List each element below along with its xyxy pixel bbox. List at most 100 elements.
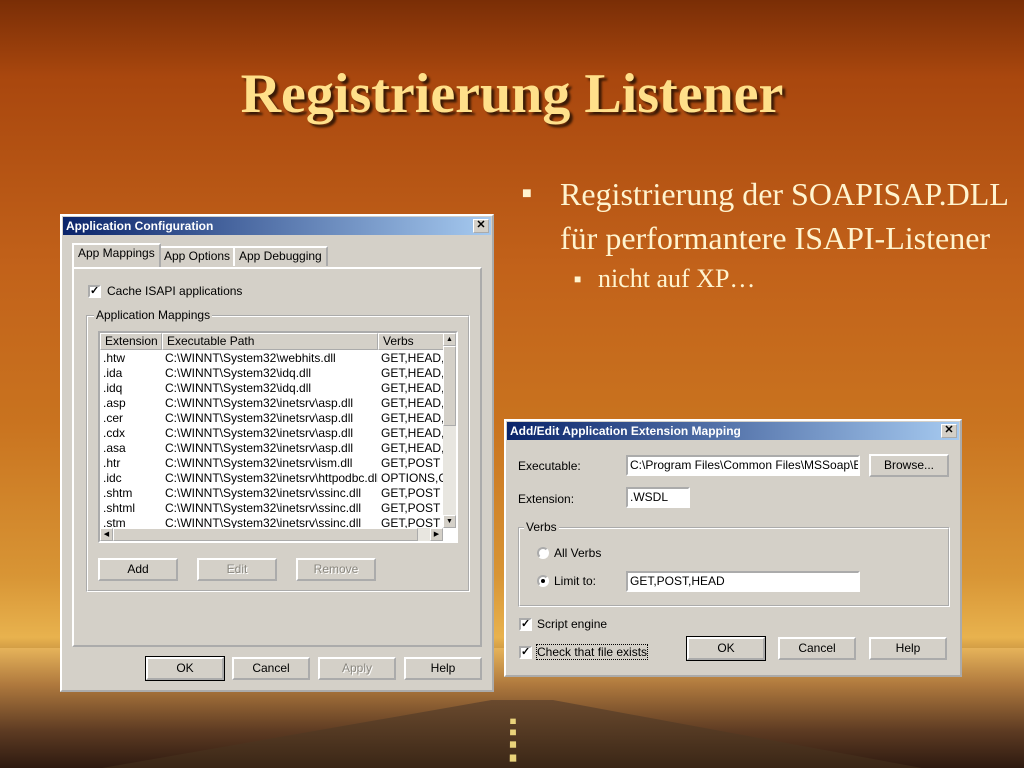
extension-mapping-dialog: Add/Edit Application Extension Mapping ✕… — [504, 419, 962, 677]
executable-path-cell: C:\WINNT\System32\inetsrv\httpodbc.dll — [165, 471, 378, 485]
scroll-down-icon[interactable]: ▼ — [443, 515, 456, 528]
browse-button[interactable]: Browse... — [869, 454, 949, 477]
ok-button[interactable]: OK — [145, 656, 225, 681]
extension-field[interactable]: .WSDL — [626, 487, 690, 508]
executable-field[interactable]: C:\Program Files\Common Files\MSSoap\Bin… — [626, 455, 860, 476]
close-icon[interactable]: ✕ — [941, 424, 957, 438]
dialog-titlebar[interactable]: Application Configuration ✕ — [63, 217, 491, 235]
extension-cell: .cer — [103, 411, 124, 425]
tab-app-mappings[interactable]: App Mappings — [72, 243, 161, 267]
add-button[interactable]: Add — [98, 558, 178, 581]
table-row[interactable]: .ida C:\WINNT\System32\idq.dll GET,HEAD, — [100, 366, 444, 381]
column-header-executable-path[interactable]: Executable Path — [162, 333, 378, 350]
verbs-group — [518, 527, 950, 607]
dialog-titlebar[interactable]: Add/Edit Application Extension Mapping ✕ — [507, 422, 959, 440]
script-engine-label: Script engine — [537, 617, 608, 631]
table-row[interactable]: .cer C:\WINNT\System32\inetsrv\asp.dll GET… — [100, 411, 444, 426]
ok-button[interactable]: OK — [686, 636, 766, 661]
table-row[interactable]: .idq C:\WINNT\System32\idq.dll GET,HEAD, — [100, 381, 444, 396]
help-button[interactable]: Help — [869, 637, 947, 660]
horizontal-scrollbar[interactable]: ◀ ▶ — [100, 528, 443, 541]
extension-cell: .ida — [103, 366, 123, 380]
table-row[interactable]: .htr C:\WINNT\System32\inetsrv\ism.dll GET… — [100, 456, 444, 471]
extension-cell: .shtm — [103, 486, 133, 500]
application-configuration-dialog: Application Configuration ✕ App Mappings… — [60, 214, 494, 692]
all-verbs-label: All Verbs — [554, 546, 602, 560]
scroll-thumb[interactable] — [443, 346, 456, 426]
help-button[interactable]: Help — [404, 657, 482, 680]
scroll-up-icon[interactable]: ▲ — [443, 333, 456, 346]
edit-button[interactable]: Edit — [197, 558, 277, 581]
table-row[interactable]: .shtml C:\WINNT\System32\inetsrv\ssinc.dl… — [100, 501, 444, 516]
check-file-exists-label: Check that file exists — [535, 644, 649, 660]
table-row[interactable]: .asp C:\WINNT\System32\inetsrv\asp.dll GET… — [100, 396, 444, 411]
table-row[interactable]: .idc C:\WINNT\System32\inetsrv\httpodbc.d… — [100, 471, 444, 486]
hscroll-thumb[interactable] — [113, 528, 418, 541]
executable-path-cell: C:\WINNT\System32\inetsrv\ism.dll — [165, 456, 353, 470]
all-verbs-radio[interactable] — [537, 547, 549, 559]
column-header-verbs[interactable]: Verbs — [378, 333, 444, 350]
table-row[interactable]: .shtm C:\WINNT\System32\inetsrv\ssinc.dll… — [100, 486, 444, 501]
column-header-extension[interactable]: Extension — [100, 333, 162, 350]
extension-cell: .asa — [103, 441, 126, 455]
limit-to-field[interactable]: GET,POST,HEAD — [626, 571, 860, 592]
executable-path-cell: C:\WINNT\System32\webhits.dll — [165, 351, 336, 365]
extension-cell: .shtml — [103, 501, 136, 515]
scroll-right-icon[interactable]: ▶ — [430, 528, 443, 541]
verbs-cell: GET,HEAD, — [381, 441, 444, 455]
vertical-scrollbar[interactable]: ▲ ▼ — [443, 333, 456, 528]
table-row[interactable]: .htw C:\WINNT\System32\webhits.dll GET,HEA… — [100, 351, 444, 366]
square-bullet-icon: ■ — [574, 272, 582, 286]
close-icon[interactable]: ✕ — [473, 219, 489, 233]
bullet-text-2: nicht auf XP… — [598, 264, 756, 293]
verbs-cell: GET,POST — [381, 486, 441, 500]
verbs-group-label: Verbs — [524, 520, 559, 534]
limit-to-radio[interactable] — [537, 575, 549, 587]
verbs-cell: GET,HEAD, — [381, 366, 444, 380]
dialog-title: Application Configuration — [66, 219, 214, 233]
remove-button[interactable]: Remove — [296, 558, 376, 581]
cache-isapi-checkbox[interactable]: ✓ — [88, 285, 101, 298]
limit-to-label: Limit to: — [554, 574, 597, 588]
extension-cell: .idc — [103, 471, 122, 485]
extension-cell: .idq — [103, 381, 123, 395]
executable-path-cell: C:\WINNT\System32\idq.dll — [165, 366, 312, 380]
tab-app-options[interactable]: App Options — [158, 246, 237, 266]
executable-path-cell: C:\WINNT\System32\inetsrv\asp.dll — [165, 441, 354, 455]
verbs-cell: GET,HEAD, — [381, 426, 444, 440]
verbs-cell: GET,HEAD, — [381, 351, 444, 365]
cache-isapi-label: Cache ISAPI applications — [107, 284, 243, 298]
verbs-cell: GET,HEAD, — [381, 381, 444, 395]
table-row[interactable]: .asa C:\WINNT\System32\inetsrv\asp.dll GET… — [100, 441, 444, 456]
executable-path-cell: C:\WINNT\System32\inetsrv\asp.dll — [165, 396, 354, 410]
executable-label: Executable: — [518, 459, 581, 473]
script-engine-checkbox[interactable]: ✓ — [519, 618, 532, 631]
extension-cell: .htr — [103, 456, 121, 470]
verbs-cell: GET,HEAD, — [381, 396, 444, 410]
executable-path-cell: C:\WINNT\System32\inetsrv\ssinc.dll — [165, 486, 362, 500]
executable-path-cell: C:\WINNT\System32\inetsrv\asp.dll — [165, 411, 354, 425]
tab-strip: App Mappings App Options App Debugging — [72, 243, 482, 268]
cancel-button[interactable]: Cancel — [232, 657, 310, 680]
verbs-cell: GET,HEAD, — [381, 411, 444, 425]
bullet-text-1: Registrierung der SOAPISAP.DLL für perfo… — [560, 176, 1008, 256]
executable-path-cell: C:\WINNT\System32\inetsrv\asp.dll — [165, 426, 354, 440]
apply-button[interactable]: Apply — [318, 657, 396, 680]
tab-app-debugging[interactable]: App Debugging — [233, 246, 328, 266]
verbs-cell: GET,POST — [381, 456, 441, 470]
table-row[interactable]: .cdx C:\WINNT\System32\inetsrv\asp.dll GET… — [100, 426, 444, 441]
application-mappings-label: Application Mappings — [94, 308, 213, 322]
cancel-button[interactable]: Cancel — [778, 637, 856, 660]
road-center-line — [509, 718, 517, 764]
scroll-left-icon[interactable]: ◀ — [100, 528, 113, 541]
verbs-cell: GET,POST — [381, 501, 441, 515]
extension-cell: .asp — [103, 396, 126, 410]
square-bullet-icon: ■ — [522, 185, 532, 202]
bullet-list: ■ Registrierung der SOAPISAP.DLL für per… — [522, 172, 1012, 296]
extension-label: Extension: — [518, 492, 575, 506]
check-file-exists-checkbox[interactable]: ✓ — [519, 646, 532, 659]
slide-title: Registrierung Listener — [240, 63, 784, 125]
bullet-item-2: ■ nicht auf XP… — [574, 262, 1012, 296]
mappings-list[interactable]: Extension Executable Path Verbs .htw C:\W… — [98, 331, 458, 543]
extension-cell: .cdx — [103, 426, 126, 440]
